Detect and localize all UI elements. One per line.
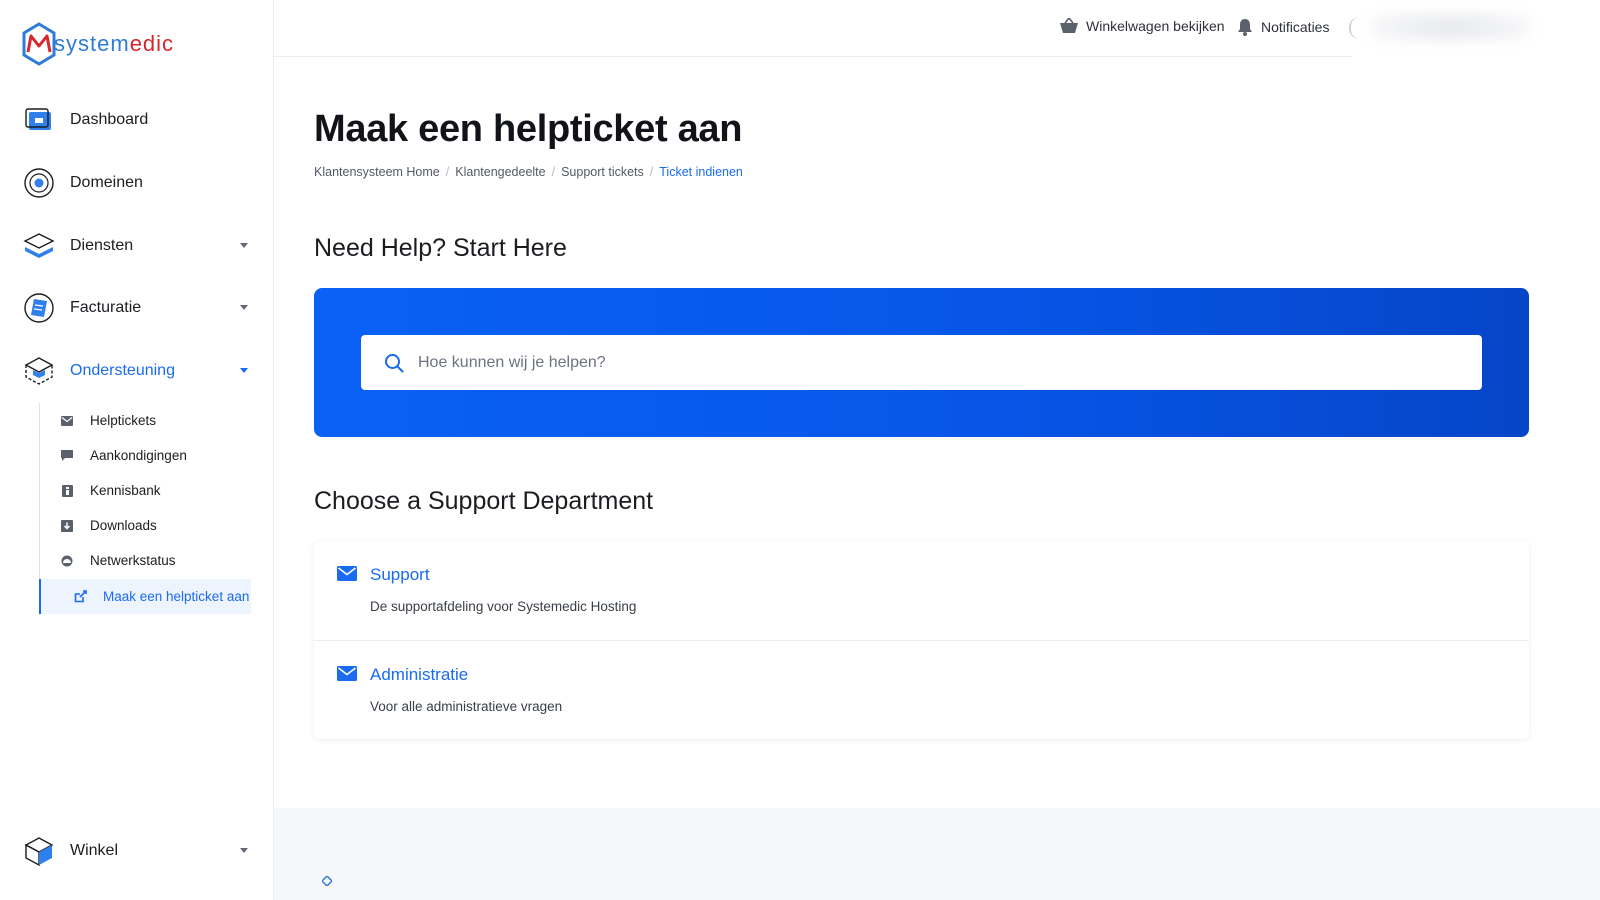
department-name[interactable]: Administratie [370,665,468,685]
department-description: De supportafdeling voor Systemedic Hosti… [370,599,637,614]
help-section-title: Need Help? Start Here [314,234,567,262]
layers-icon [22,229,56,263]
brand-wordmark: systemedic [54,33,174,55]
external-link-icon [73,590,87,604]
status-icon [60,554,74,568]
sidebar-item-label: Facturatie [70,299,142,316]
breadcrumb-separator: / [445,165,450,179]
help-search-banner [314,288,1529,437]
invoice-icon [22,291,56,325]
footer [274,808,1600,900]
breadcrumb-client-area[interactable]: Klantengedeelte [455,165,545,179]
submenu-item-label: Downloads [90,518,157,533]
view-cart-label: Winkelwagen bekijken [1086,18,1225,34]
breadcrumb-home[interactable]: Klantensysteem Home [314,165,440,179]
cube-icon [22,834,56,868]
submenu-item-label: Aankondigingen [90,448,187,463]
breadcrumb-separator: / [551,165,556,179]
notifications-label: Notificaties [1261,19,1330,35]
support-submenu: Helptickets Aankondigingen Kennisbank Do… [39,403,251,615]
chevron-down-icon [240,368,248,373]
department-support[interactable]: Support De supportafdeling voor Systemed… [314,541,1529,640]
submenu-item-label: Helptickets [90,413,157,428]
submenu-item-helptickets[interactable]: Helptickets [40,403,252,438]
download-icon [60,519,74,533]
logo-mark-icon [22,22,56,66]
submenu-item-label: Netwerkstatus [90,553,176,568]
submenu-item-downloads[interactable]: Downloads [40,508,252,543]
breadcrumb: Klantensysteem Home / Klantengedeelte / … [314,165,743,179]
submenu-item-aankondigingen[interactable]: Aankondigingen [40,438,252,473]
sidebar-item-ondersteuning[interactable]: Ondersteuning [22,351,254,391]
department-administratie[interactable]: Administratie Voor alle administratieve … [314,640,1529,739]
chevron-down-icon [240,848,248,853]
dashboard-icon [22,103,56,137]
chevron-down-icon [240,305,248,310]
sidebar-item-diensten[interactable]: Diensten [22,226,254,266]
view-cart-link[interactable]: Winkelwagen bekijken [1060,18,1225,34]
page-title: Maak een helpticket aan [314,108,743,150]
department-section-title: Choose a Support Department [314,487,654,515]
chevron-down-icon [240,243,248,248]
sidebar-item-label: Diensten [70,237,134,254]
sidebar-item-label: Winkel [70,842,119,859]
search-input[interactable] [418,353,1418,372]
footer-logo-icon [322,876,332,886]
sidebar-item-winkel[interactable]: Winkel [22,831,254,871]
submenu-item-maak-helpticket[interactable]: Maak een helpticket aan [39,579,251,614]
sidebar-item-label: Domeinen [70,174,143,191]
breadcrumb-support-tickets[interactable]: Support tickets [561,165,644,179]
bell-icon [1238,19,1252,36]
envelope-icon [337,566,357,581]
support-box-icon [22,354,56,388]
submenu-item-label: Maak een helpticket aan [103,589,250,604]
book-icon [60,484,74,498]
basket-icon [1060,18,1078,33]
sidebar: systemedic Dashboard Domeinen Diensten F… [0,0,274,900]
brand-logo[interactable]: systemedic [22,22,174,66]
breadcrumb-current: Ticket indienen [659,165,743,179]
notifications-link[interactable]: Notificaties [1237,18,1329,36]
submenu-item-kennisbank[interactable]: Kennisbank [40,473,252,508]
brand-wordmark-blue: system [54,31,130,56]
breadcrumb-separator: / [649,165,654,179]
sidebar-item-label: Dashboard [70,111,149,128]
search-icon [385,353,404,372]
top-bar: Winkelwagen bekijken Notificaties [274,0,1352,57]
sidebar-item-label: Ondersteuning [70,362,175,379]
department-description: Voor alle administratieve vragen [370,699,563,714]
submenu-item-netwerkstatus[interactable]: Netwerkstatus [40,543,252,578]
department-list: Support De supportafdeling voor Systemed… [314,541,1529,739]
sidebar-item-facturatie[interactable]: Facturatie [22,288,254,328]
sidebar-item-domeinen[interactable]: Domeinen [22,163,254,203]
globe-icon [22,166,56,200]
comment-icon [60,449,74,463]
user-menu-blurred [1370,12,1530,42]
department-name[interactable]: Support [370,565,430,585]
envelope-icon [337,666,357,681]
brand-wordmark-red: edic [129,31,175,56]
envelope-icon [60,414,74,428]
search-box [361,335,1482,390]
submenu-item-label: Kennisbank [90,483,161,498]
sidebar-item-dashboard[interactable]: Dashboard [22,100,254,140]
